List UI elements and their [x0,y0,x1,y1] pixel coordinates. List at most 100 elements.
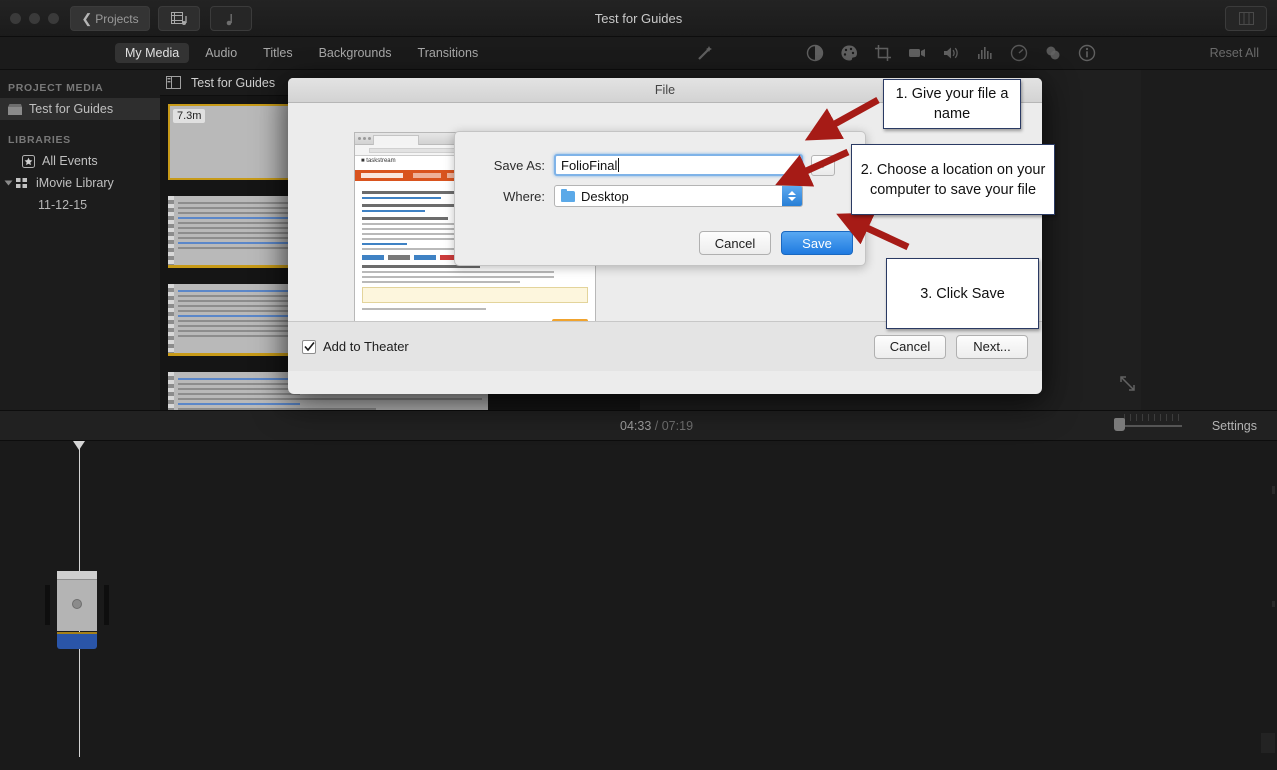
callout-2: 2. Choose a location on your computer to… [851,144,1055,215]
tab-backgrounds[interactable]: Backgrounds [309,43,402,63]
info-icon [1078,44,1096,62]
browser-tabs: My Media Audio Titles Backgrounds Transi… [0,37,640,70]
footer-next-button[interactable]: Next... [956,334,1028,359]
clip-trim-handle-right[interactable] [104,585,109,625]
where-value: Desktop [581,188,629,204]
where-select[interactable]: Desktop [554,185,803,207]
clip-audio-waveform[interactable] [57,632,97,649]
imovie-window: ❮ Projects Test for Guides My Media Audi… [0,0,1277,770]
viewer-right-edge [1141,70,1277,410]
zoom-knob[interactable] [1114,418,1125,431]
inspector-toolbar: Reset All [640,37,1277,70]
grid-icon [16,177,27,188]
color-correction-icon [841,45,857,61]
sidebar-item-label: Test for Guides [29,102,114,116]
clip-trim-handle-left[interactable] [45,585,50,625]
sidebar: PROJECT MEDIA Test for Guides LIBRARIES … [0,70,160,420]
tab-titles[interactable]: Titles [253,43,302,63]
sidebar-toggle-icon[interactable] [166,76,181,89]
browser-title: Test for Guides [191,75,276,90]
save-as-value: FolioFinal [561,157,618,173]
filmstrip-edge [168,284,174,353]
filmstrip-edge [168,196,174,265]
clip-video-body[interactable] [57,571,97,631]
zoom-slider[interactable] [1114,414,1182,431]
total-time: 07:19 [661,418,694,433]
equalizer-icon [978,47,992,59]
timeline-scrollbar[interactable] [1261,441,1275,770]
cancel-button[interactable]: Cancel [699,231,771,255]
folder-icon [561,188,575,202]
add-to-theater-label: Add to Theater [323,339,409,354]
star-icon [22,154,35,168]
add-to-theater-checkbox[interactable]: Add to Theater [302,339,409,354]
volume-icon-button[interactable] [934,37,968,70]
playhead-handle[interactable] [73,441,85,450]
preview-traffic-lights [358,137,371,140]
filters-icon [1046,46,1060,60]
tab-my-media[interactable]: My Media [115,43,190,63]
timecode-display: 04:33 / 07:19 [620,419,693,433]
check-icon [303,341,315,351]
volume-icon [944,47,958,59]
sidebar-header-libraries: LIBRARIES [8,134,71,146]
reset-all-button[interactable]: Reset All [1210,46,1259,60]
footer-cancel-button[interactable]: Cancel [874,334,946,359]
chevron-updown-icon[interactable] [782,186,802,206]
checkbox-box[interactable] [302,339,316,354]
callout-3: 3. Click Save [886,258,1039,329]
callout-1: 1. Give your file a name [883,79,1021,129]
filters-icon-button[interactable] [1036,37,1070,70]
color-balance-icon-button[interactable] [798,37,832,70]
preview-browser-tab [373,135,419,145]
sidebar-item-all-events[interactable]: All Events [0,150,160,172]
where-label: Where: [503,188,545,204]
zoom-ticks [1124,414,1180,421]
save-as-label: Save As: [493,157,545,173]
tab-audio[interactable]: Audio [195,43,247,63]
crop-icon [875,45,891,61]
time-separator: / [654,418,659,433]
equalizer-icon-button[interactable] [968,37,1002,70]
timeline-clip[interactable] [45,571,109,649]
settings-button[interactable]: Settings [1212,419,1257,433]
text-caret [618,158,620,172]
preview-warning-note [362,287,588,303]
stabilization-icon-button[interactable] [900,37,934,70]
footer-buttons: Cancel Next... [874,334,1028,359]
speed-icon [1010,44,1028,62]
layout-icon [1238,12,1254,25]
timeline-toolbar: 04:33 / 07:19 Settings [0,410,1277,441]
thumbnail-duration-badge: 7.3m [173,109,206,123]
chevron-down-icon[interactable] [4,180,13,186]
clip-thumbnail-dot [72,599,82,609]
info-icon-button[interactable] [1070,37,1104,70]
sidebar-header-project-media: PROJECT MEDIA [8,82,104,94]
magic-wand-icon [698,46,712,60]
movie-clapper-icon [8,103,22,115]
stabilization-icon [909,49,925,57]
clip-top-strip [57,571,97,580]
save-as-row: Save As: FolioFinal ▼ [469,154,835,176]
tab-transitions[interactable]: Transitions [408,43,489,63]
expand-dialog-button[interactable]: ▼ [811,154,835,176]
save-as-input[interactable]: FolioFinal [554,154,803,176]
layout-toggle-button[interactable] [1225,6,1267,31]
save-button[interactable]: Save [781,231,853,255]
magic-wand-icon-button[interactable] [688,37,722,70]
window-title: Test for Guides [594,11,683,26]
color-correction-icon-button[interactable] [832,37,866,70]
where-row: Where: Desktop [469,185,803,207]
speed-icon-button[interactable] [1002,37,1036,70]
zoom-track [1122,425,1182,427]
crop-icon-button[interactable] [866,37,900,70]
timeline[interactable]: ♫ [0,441,1277,770]
expand-arrows-icon-button[interactable] [1118,374,1137,398]
sidebar-item-imovie-library[interactable]: iMovie Library [0,172,160,194]
sidebar-item-label: iMovie Library [36,176,114,190]
current-time: 04:33 [620,418,652,433]
sidebar-item-test-for-guides[interactable]: Test for Guides [0,98,160,120]
window-titlebar: ❮ Projects Test for Guides [0,0,1277,37]
sidebar-item-11-12-15[interactable]: 11-12-15 [0,194,160,216]
save-form-card: Save As: FolioFinal ▼ Where: Desktop Can… [454,131,866,266]
